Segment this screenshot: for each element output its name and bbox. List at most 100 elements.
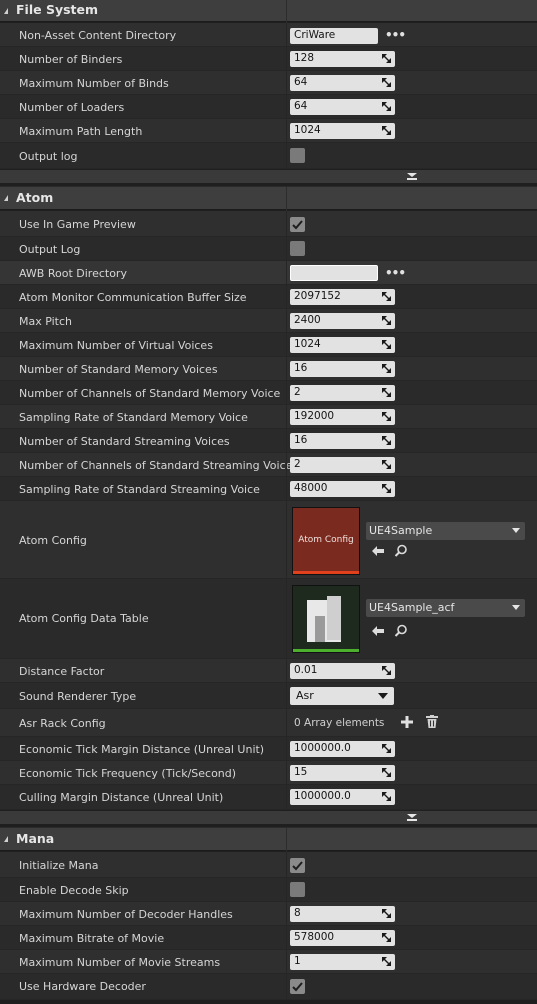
std-memory-sampling-rate-input[interactable]: 192000 bbox=[290, 409, 395, 425]
non-asset-directory-field[interactable]: CriWare bbox=[290, 28, 378, 44]
trash-icon[interactable] bbox=[426, 715, 438, 728]
std-streaming-voices-input[interactable]: 16 bbox=[290, 433, 395, 449]
property-row: Output log bbox=[0, 143, 537, 169]
output-log-checkbox[interactable] bbox=[290, 241, 305, 256]
property-label: Number of Channels of Standard Streaming… bbox=[19, 459, 293, 472]
ellipsis-icon[interactable]: ••• bbox=[385, 266, 406, 280]
property-label: Number of Channels of Standard Memory Vo… bbox=[19, 387, 281, 400]
property-row: Use Hardware Decoder bbox=[0, 974, 537, 1000]
section-header-atom[interactable]: Atom bbox=[0, 186, 537, 211]
number-of-binders-input[interactable]: 128 bbox=[290, 51, 395, 67]
std-memory-voices-input[interactable]: 16 bbox=[290, 361, 395, 377]
output-log-checkbox[interactable] bbox=[290, 148, 305, 163]
spin-arrows-icon[interactable] bbox=[382, 364, 391, 373]
arrow-left-icon[interactable] bbox=[371, 625, 385, 637]
property-label: Atom Monitor Communication Buffer Size bbox=[19, 291, 247, 304]
magnifier-icon[interactable] bbox=[394, 624, 408, 638]
property-label: Maximum Number of Binds bbox=[19, 77, 169, 90]
property-row: Non-Asset Content Directory CriWare ••• bbox=[0, 23, 537, 47]
decode-skip-checkbox[interactable] bbox=[290, 882, 305, 897]
double-chevron-down-icon bbox=[407, 814, 417, 821]
asset-type-bar bbox=[293, 649, 359, 652]
spin-arrows-icon[interactable] bbox=[382, 792, 391, 801]
spin-arrows-icon[interactable] bbox=[382, 340, 391, 349]
section-title: File System bbox=[16, 2, 99, 17]
advanced-expander[interactable] bbox=[0, 170, 537, 183]
spin-arrows-icon[interactable] bbox=[382, 412, 391, 421]
spin-arrows-icon[interactable] bbox=[382, 933, 391, 942]
plus-icon[interactable] bbox=[401, 716, 413, 728]
property-label: Maximum Number of Virtual Voices bbox=[19, 339, 213, 352]
spin-arrows-icon[interactable] bbox=[382, 292, 391, 301]
use-in-game-preview-checkbox[interactable] bbox=[290, 217, 305, 232]
spin-arrows-icon[interactable] bbox=[382, 78, 391, 87]
property-row: Atom Config Atom Config UE4Sample bbox=[0, 501, 537, 579]
spin-arrows-icon[interactable] bbox=[382, 666, 391, 675]
number-of-loaders-input[interactable]: 64 bbox=[290, 99, 395, 115]
property-row: Maximum Bitrate of Movie 578000 bbox=[0, 926, 537, 950]
property-row: Number of Binders 128 bbox=[0, 47, 537, 71]
data-table-thumbnail[interactable] bbox=[292, 585, 360, 653]
property-label: Sampling Rate of Standard Memory Voice bbox=[19, 411, 248, 424]
section-header-mana[interactable]: Mana bbox=[0, 827, 537, 852]
monitor-buffer-size-input[interactable]: 2097152 bbox=[290, 289, 395, 305]
max-binds-input[interactable]: 64 bbox=[290, 75, 395, 91]
econ-tick-frequency-input[interactable]: 15 bbox=[290, 765, 395, 781]
collapse-triangle-icon bbox=[4, 836, 8, 842]
spin-arrows-icon[interactable] bbox=[382, 957, 391, 966]
ellipsis-icon[interactable]: ••• bbox=[385, 28, 406, 42]
sound-renderer-select[interactable]: Asr bbox=[290, 687, 394, 705]
distance-factor-input[interactable]: 0.01 bbox=[290, 663, 395, 679]
array-count: 0 Array elements bbox=[294, 717, 385, 729]
hardware-decoder-checkbox[interactable] bbox=[290, 979, 305, 994]
atom-config-thumbnail[interactable]: Atom Config bbox=[292, 507, 360, 575]
spin-arrows-icon[interactable] bbox=[382, 436, 391, 445]
property-label: Distance Factor bbox=[19, 665, 105, 678]
property-row: Number of Standard Streaming Voices 16 bbox=[0, 429, 537, 453]
spin-arrows-icon[interactable] bbox=[382, 460, 391, 469]
max-path-length-input[interactable]: 1024 bbox=[290, 123, 395, 139]
max-bitrate-input[interactable]: 578000 bbox=[290, 930, 395, 946]
arrow-left-icon[interactable] bbox=[371, 545, 385, 557]
culling-margin-input[interactable]: 1000000.0 bbox=[290, 789, 395, 805]
spin-arrows-icon[interactable] bbox=[382, 909, 391, 918]
spin-arrows-icon[interactable] bbox=[382, 126, 391, 135]
std-memory-channels-input[interactable]: 2 bbox=[290, 385, 395, 401]
section-header-file-system[interactable]: File System bbox=[0, 0, 537, 23]
spin-arrows-icon[interactable] bbox=[382, 102, 391, 111]
initialize-mana-checkbox[interactable] bbox=[290, 858, 305, 873]
max-pitch-input[interactable]: 2400 bbox=[290, 313, 395, 329]
property-label: Output log bbox=[19, 150, 78, 163]
property-row: Number of Standard Memory Voices 16 bbox=[0, 357, 537, 381]
thumbnail-label: Atom Config bbox=[298, 535, 354, 545]
chevron-down-icon bbox=[512, 605, 520, 610]
awb-root-directory-field[interactable] bbox=[290, 265, 378, 281]
spin-arrows-icon[interactable] bbox=[382, 54, 391, 63]
data-table-asset-combo[interactable]: UE4Sample_acf bbox=[366, 599, 525, 617]
spin-arrows-icon[interactable] bbox=[382, 316, 391, 325]
property-label: Number of Binders bbox=[19, 53, 123, 66]
collapse-triangle-icon bbox=[4, 195, 8, 201]
asset-type-bar bbox=[293, 571, 359, 574]
max-decoder-handles-input[interactable]: 8 bbox=[290, 906, 395, 922]
property-label: Maximum Number of Decoder Handles bbox=[19, 908, 233, 921]
property-row: Maximum Number of Binds 64 bbox=[0, 71, 537, 95]
property-row: AWB Root Directory ••• bbox=[0, 261, 537, 285]
atom-config-asset-combo[interactable]: UE4Sample bbox=[366, 522, 525, 540]
std-streaming-channels-input[interactable]: 2 bbox=[290, 457, 395, 473]
magnifier-icon[interactable] bbox=[394, 544, 408, 558]
property-label: Number of Standard Memory Voices bbox=[19, 363, 218, 376]
property-label: Sound Renderer Type bbox=[19, 690, 137, 703]
econ-tick-margin-input[interactable]: 1000000.0 bbox=[290, 741, 395, 757]
spin-arrows-icon[interactable] bbox=[382, 388, 391, 397]
spin-arrows-icon[interactable] bbox=[382, 768, 391, 777]
max-movie-streams-input[interactable]: 1 bbox=[290, 954, 395, 970]
std-streaming-sampling-rate-input[interactable]: 48000 bbox=[290, 481, 395, 497]
advanced-expander[interactable] bbox=[0, 811, 537, 824]
spin-arrows-icon[interactable] bbox=[382, 484, 391, 493]
spin-arrows-icon[interactable] bbox=[382, 744, 391, 753]
property-row: Use In Game Preview bbox=[0, 211, 537, 237]
chevron-down-icon bbox=[512, 528, 520, 533]
property-row: Number of Loaders 64 bbox=[0, 95, 537, 119]
max-virtual-voices-input[interactable]: 1024 bbox=[290, 337, 395, 353]
